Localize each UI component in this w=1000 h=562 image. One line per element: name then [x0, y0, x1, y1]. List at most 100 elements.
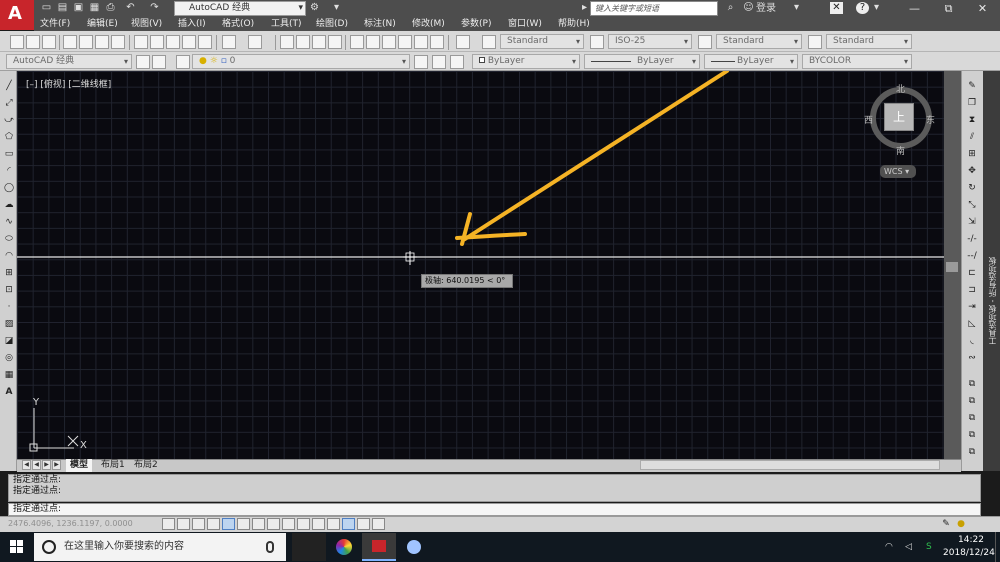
color-wheel-app-icon[interactable]: [327, 533, 361, 561]
show-desktop-button[interactable]: [995, 532, 1000, 562]
scale-icon[interactable]: ⤡: [966, 199, 978, 211]
menu-modify[interactable]: 修改(M): [412, 18, 445, 30]
cursor-coordinates[interactable]: 2476.4096, 1236.1197, 0.0000: [8, 519, 133, 528]
autocad-taskbar-icon[interactable]: [362, 533, 396, 561]
customize-button[interactable]: [152, 55, 166, 69]
lineweight-select[interactable]: ByLayer ▾: [704, 54, 798, 69]
viewport-controls-label[interactable]: [–] [俯视] [二维线框]: [26, 77, 111, 90]
trim-icon[interactable]: -/-: [966, 233, 978, 245]
taskbar-search-box[interactable]: 在这里输入你要搜索的内容: [34, 533, 286, 561]
zoom-window-icon[interactable]: [312, 35, 326, 49]
workspace-settings-icon[interactable]: ⚙: [308, 2, 321, 14]
menu-tools[interactable]: 工具(T): [271, 18, 302, 30]
arc-icon[interactable]: ◜: [3, 165, 15, 177]
copy-object-icon[interactable]: ❐: [966, 97, 978, 109]
restore-button[interactable]: ⧉: [932, 0, 965, 17]
menu-insert[interactable]: 插入(I): [178, 18, 206, 30]
zoom-previous-icon[interactable]: [328, 35, 342, 49]
close-button[interactable]: ✕: [966, 0, 999, 17]
rectangle-icon[interactable]: ▭: [3, 148, 15, 160]
selection-cycling-toggle[interactable]: [357, 518, 370, 530]
design-center-icon[interactable]: [366, 35, 380, 49]
new-file-icon[interactable]: ▭: [40, 2, 53, 14]
multileader-style-select[interactable]: Standard ▾: [826, 34, 912, 49]
exchange-apps-icon[interactable]: ✕: [830, 2, 843, 14]
last-tab-icon[interactable]: ▶: [52, 460, 61, 470]
color-select[interactable]: ByLayer ▾: [472, 54, 580, 69]
login-link[interactable]: 登录: [756, 2, 776, 15]
workspace-settings-button[interactable]: [136, 55, 150, 69]
construction-line-icon[interactable]: ⤢: [3, 97, 15, 109]
customize-quick-access-icon[interactable]: ▾: [330, 2, 343, 14]
stretch-icon[interactable]: ⇲: [966, 216, 978, 228]
pan-icon[interactable]: [280, 35, 294, 49]
tab-model[interactable]: 模型: [66, 459, 93, 472]
tab-layout2[interactable]: 布局2: [130, 459, 162, 472]
linetype-select[interactable]: ByLayer ▾: [584, 54, 700, 69]
layer-properties-icon[interactable]: [176, 55, 190, 69]
make-block-icon[interactable]: ⊡: [3, 284, 15, 296]
tab-layout1[interactable]: 布局1: [97, 459, 129, 472]
network-icon[interactable]: ◠: [885, 542, 893, 552]
3d-object-snap-toggle[interactable]: [252, 518, 265, 530]
dimension-style-select[interactable]: ISO-25 ▾: [608, 34, 692, 49]
fillet-icon[interactable]: ◟: [966, 335, 978, 347]
plot-icon[interactable]: [63, 35, 77, 49]
toolbar-help-icon[interactable]: [456, 35, 470, 49]
annotation-monitor-toggle[interactable]: [372, 518, 385, 530]
dynamic-input-toggle[interactable]: [297, 518, 310, 530]
sheet-set-icon[interactable]: [398, 35, 412, 49]
layer-select[interactable]: ● ☼ ▫ 0 ▾: [192, 54, 410, 69]
array-icon[interactable]: ⊞: [966, 148, 978, 160]
table-style-icon[interactable]: [698, 35, 712, 49]
point-icon[interactable]: ·: [3, 301, 15, 313]
transparency-toggle[interactable]: [327, 518, 340, 530]
snap-mode-toggle[interactable]: [177, 518, 190, 530]
open-file-icon[interactable]: ▤: [56, 2, 69, 14]
prev-tab-icon[interactable]: ◀: [32, 460, 41, 470]
blend-curves-icon[interactable]: ∾: [966, 352, 978, 364]
autocad-app-menu-button[interactable]: [0, 0, 34, 30]
send-under-icon[interactable]: ⧉: [966, 446, 978, 458]
revision-cloud-icon[interactable]: ☁: [3, 199, 15, 211]
workspace-switcher[interactable]: AutoCAD 经典 ▾: [174, 1, 306, 16]
dynamic-ucs-toggle[interactable]: [282, 518, 295, 530]
spline-icon[interactable]: ∿: [3, 216, 15, 228]
paint-app-icon[interactable]: [397, 533, 431, 561]
taskbar-clock-time[interactable]: 14:22: [958, 535, 984, 545]
menu-view[interactable]: 视图(V): [131, 18, 162, 30]
next-tab-icon[interactable]: ▶: [42, 460, 51, 470]
grid-display-toggle[interactable]: [192, 518, 205, 530]
rotate-icon[interactable]: ↻: [966, 182, 978, 194]
menu-dimension[interactable]: 标注(N): [364, 18, 396, 30]
multiline-text-icon[interactable]: A: [3, 386, 15, 398]
multileader-style-icon[interactable]: [808, 35, 822, 49]
tool-palettes-title[interactable]: 工具选项板 - 所有选项板: [987, 245, 998, 345]
bring-above-icon[interactable]: ⧉: [966, 429, 978, 441]
offset-icon[interactable]: ⫽: [966, 131, 978, 143]
lineweight-toggle[interactable]: [312, 518, 325, 530]
help-icon[interactable]: ?: [856, 2, 869, 14]
plot-preview-icon[interactable]: [79, 35, 93, 49]
open-icon[interactable]: [26, 35, 40, 49]
redo-icon[interactable]: ↷: [148, 2, 161, 14]
microphone-icon[interactable]: [266, 541, 274, 553]
workspace-select[interactable]: AutoCAD 经典 ▾: [6, 54, 132, 69]
save-drawing-icon[interactable]: [42, 35, 56, 49]
paste-icon[interactable]: [166, 35, 180, 49]
menu-format[interactable]: 格式(O): [222, 18, 254, 30]
menu-draw[interactable]: 绘图(D): [316, 18, 348, 30]
minimize-button[interactable]: —: [898, 0, 931, 17]
mirror-icon[interactable]: ⧗: [966, 114, 978, 126]
menu-file[interactable]: 文件(F): [40, 18, 70, 30]
horizontal-scrollbar[interactable]: [640, 460, 940, 470]
help-dropdown-icon[interactable]: ▾: [870, 2, 883, 14]
print-icon[interactable]: ⎙: [104, 2, 117, 14]
wechat-tray-icon[interactable]: S: [926, 542, 932, 552]
move-icon[interactable]: ✥: [966, 165, 978, 177]
region-icon[interactable]: ◎: [3, 352, 15, 364]
compass-east[interactable]: 东: [926, 113, 935, 126]
extend-icon[interactable]: --/: [966, 250, 978, 262]
keyword-search-input[interactable]: 键入关键字或短语: [590, 1, 718, 16]
undo-icon[interactable]: ↶: [124, 2, 137, 14]
